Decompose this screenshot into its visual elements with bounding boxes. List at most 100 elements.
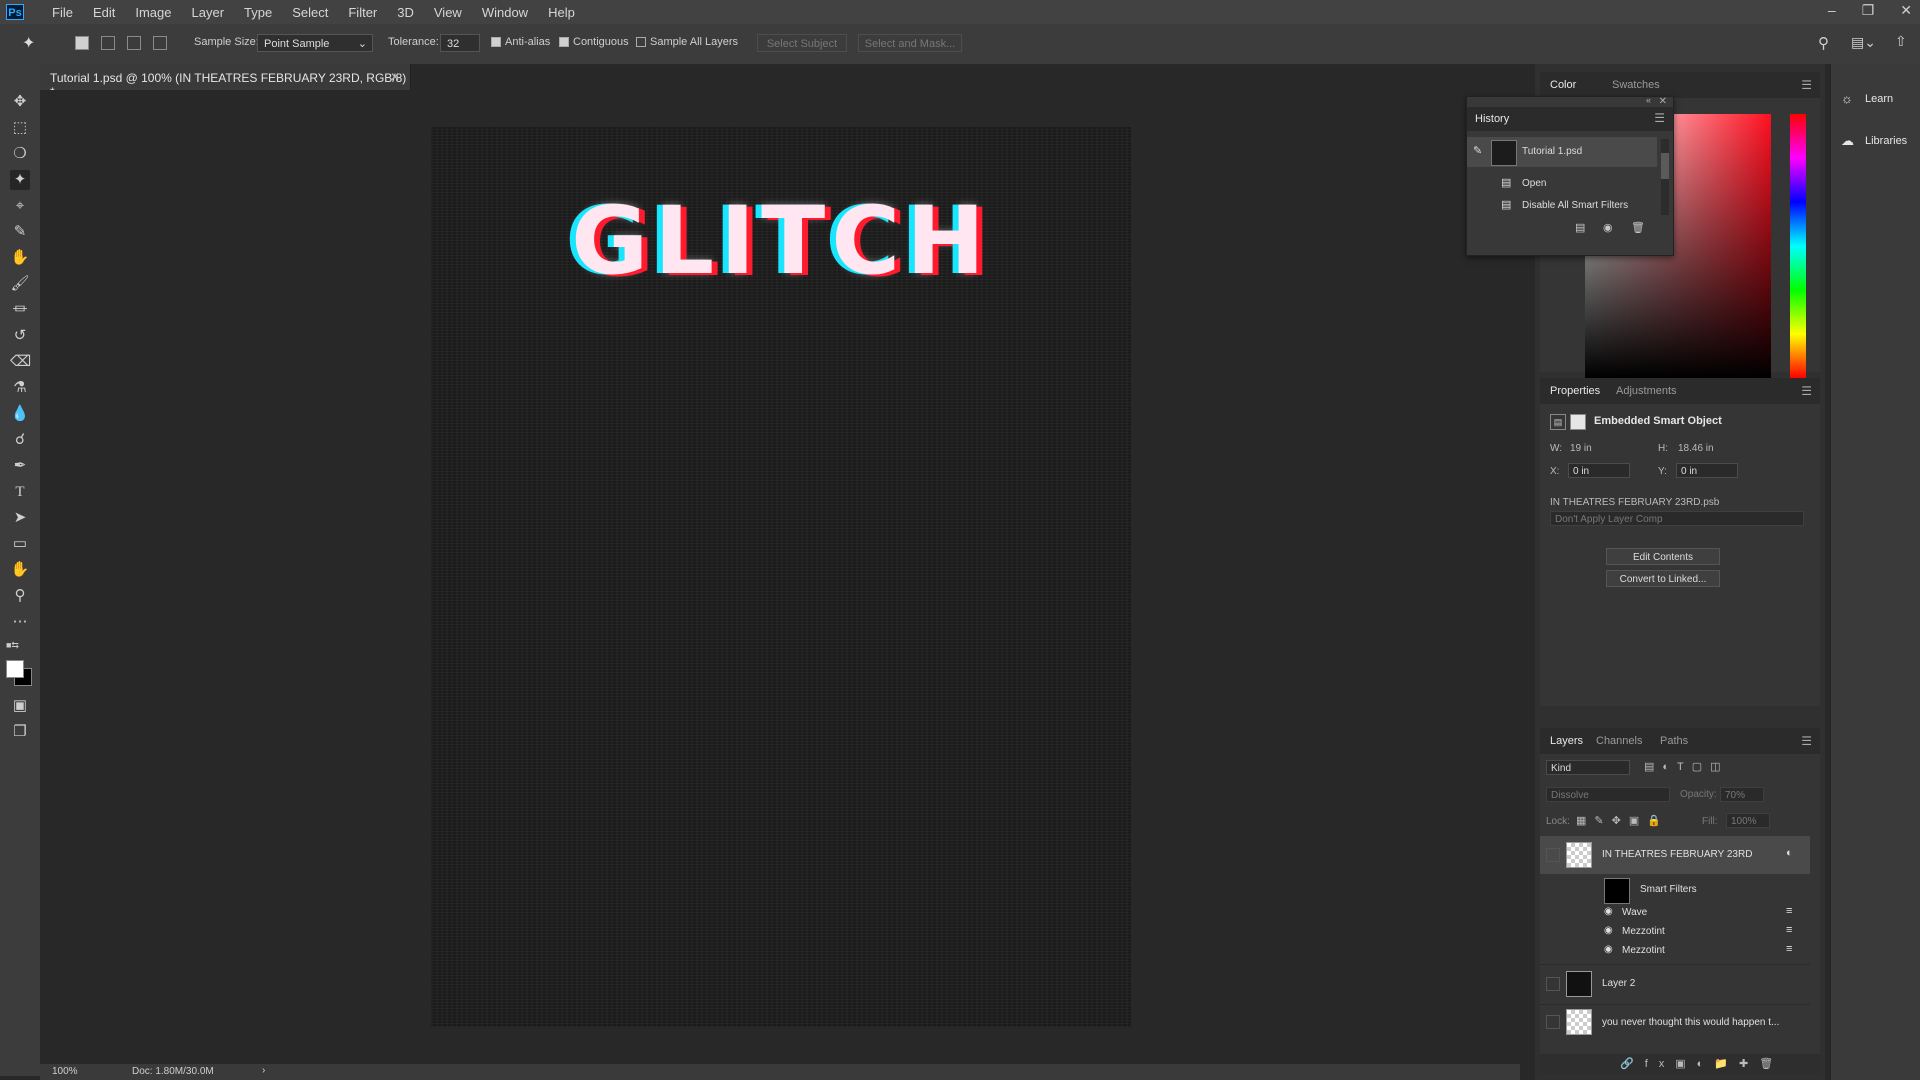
smart-filters-row[interactable]: Smart Filters <box>1540 874 1810 904</box>
blend-mode-select[interactable]: Dissolve <box>1546 787 1670 802</box>
tab-adjustments[interactable]: Adjustments <box>1616 385 1677 397</box>
healing-brush-tool-icon[interactable]: ✋ <box>10 248 30 268</box>
menu-type[interactable]: Type <box>244 5 272 20</box>
document-tab[interactable]: Tutorial 1.psd @ 100% (IN THEATRES FEBRU… <box>40 64 411 99</box>
history-item[interactable]: ▤ Disable All Smart Filters <box>1467 195 1657 217</box>
search-icon[interactable]: ⚲ <box>1818 34 1829 52</box>
contiguous-checkbox[interactable] <box>559 37 569 47</box>
panel-menu-icon[interactable]: ☰ <box>1801 734 1812 748</box>
layer-row[interactable]: IN THEATRES FEBRUARY 23RD ◐ <box>1540 836 1810 874</box>
tolerance-input[interactable]: 32 <box>440 34 480 52</box>
tab-paths[interactable]: Paths <box>1660 735 1688 747</box>
close-icon[interactable]: ✕ <box>1900 2 1912 19</box>
filter-options-icon[interactable]: ≡ <box>1786 905 1792 917</box>
snapshot-camera-icon[interactable]: ◉ <box>1603 221 1613 234</box>
panel-menu-icon[interactable]: ☰ <box>1654 111 1665 125</box>
filter-row[interactable]: ◉ Mezzotint ≡ <box>1540 923 1810 942</box>
opacity-input[interactable]: 70% <box>1720 787 1764 802</box>
edit-contents-button[interactable]: Edit Contents <box>1606 548 1720 565</box>
menu-image[interactable]: Image <box>135 5 171 20</box>
hue-slider[interactable] <box>1790 114 1806 378</box>
eraser-tool-icon[interactable]: ⌫ <box>10 352 31 372</box>
zoom-level[interactable]: 100% <box>52 1066 78 1077</box>
eyedropper-tool-icon[interactable]: ✎ <box>10 222 30 242</box>
history-brush-tool-icon[interactable]: ↺ <box>10 326 30 346</box>
tab-properties[interactable]: Properties <box>1550 385 1600 397</box>
filter-row[interactable]: ◉ Wave ≡ <box>1540 904 1810 923</box>
eye-icon[interactable]: ◉ <box>1604 925 1613 936</box>
panel-menu-icon[interactable]: ☰ <box>1801 78 1812 92</box>
sample-all-layers-checkbox[interactable] <box>636 37 646 47</box>
fill-input[interactable]: 100% <box>1726 813 1770 828</box>
menu-file[interactable]: File <box>52 5 73 20</box>
tab-channels[interactable]: Channels <box>1596 735 1642 747</box>
layer-row[interactable]: you never thought this would happen t... <box>1540 1004 1810 1039</box>
add-selection-button[interactable] <box>101 36 115 50</box>
filter-options-icon[interactable]: ≡ <box>1786 924 1792 936</box>
type-tool-icon[interactable]: T <box>10 482 30 502</box>
history-brush-icon[interactable]: ✎ <box>1473 144 1482 157</box>
visibility-toggle[interactable] <box>1546 1015 1560 1029</box>
menu-select[interactable]: Select <box>292 5 328 20</box>
layer-comp-select[interactable]: Don't Apply Layer Comp <box>1550 511 1804 526</box>
restore-icon[interactable]: ❐ <box>1862 2 1875 19</box>
sample-size-select[interactable]: Point Sample ⌄ <box>257 34 373 52</box>
close-tab-icon[interactable]: ✕ <box>390 70 400 84</box>
y-input[interactable]: 0 in <box>1676 463 1738 478</box>
lasso-tool-icon[interactable]: ❍ <box>10 144 30 164</box>
minimize-icon[interactable]: – <box>1828 2 1836 19</box>
clone-stamp-tool-icon[interactable]: ⏛ <box>10 300 30 320</box>
path-selection-tool-icon[interactable]: ➤ <box>10 508 30 528</box>
brush-tool-icon[interactable]: 🖌 <box>10 274 30 294</box>
libraries-button[interactable]: ☁ Libraries <box>1831 126 1920 156</box>
trash-icon[interactable]: 🗑 <box>1631 221 1645 234</box>
history-title[interactable]: History <box>1475 113 1509 125</box>
filter-options-icon[interactable]: ≡ <box>1786 943 1792 955</box>
share-icon[interactable]: ⇧ <box>1895 33 1907 50</box>
magic-wand-tool-icon[interactable]: ✦ <box>10 170 30 190</box>
screen-mode-icon[interactable]: ❐ <box>10 722 30 742</box>
lock-icons[interactable]: ▦✎✥▣🔒 <box>1576 814 1669 827</box>
new-document-icon[interactable]: ▤ <box>1575 221 1585 234</box>
default-colors-icon[interactable]: ■⇆ <box>6 640 19 651</box>
filter-icons[interactable]: ▤◐T▢◫ <box>1644 760 1729 773</box>
layer-actions-icons[interactable]: 🔗fx▣◐📁✚🗑 <box>1620 1057 1784 1070</box>
menu-filter[interactable]: Filter <box>348 5 377 20</box>
eye-icon[interactable]: ◉ <box>1604 906 1613 917</box>
subtract-selection-button[interactable] <box>127 36 141 50</box>
menu-edit[interactable]: Edit <box>93 5 115 20</box>
select-subject-button[interactable]: Select Subject <box>757 34 847 52</box>
intersect-selection-button[interactable] <box>153 36 167 50</box>
blur-tool-icon[interactable]: 💧 <box>10 404 30 424</box>
workspace-icon[interactable]: ▤⌄ <box>1851 34 1876 51</box>
visibility-toggle[interactable] <box>1546 977 1560 991</box>
hand-tool-icon[interactable]: ✋ <box>10 560 30 580</box>
document-canvas[interactable]: GLITCH <box>431 127 1131 1027</box>
collapse-icon[interactable]: « <box>1646 95 1651 105</box>
kind-filter-select[interactable]: Kind <box>1546 760 1630 775</box>
dodge-tool-icon[interactable]: ☌ <box>10 430 30 450</box>
filter-row[interactable]: ◉ Mezzotint ≡ <box>1540 942 1810 961</box>
select-and-mask-button[interactable]: Select and Mask... <box>858 34 962 52</box>
tab-color[interactable]: Color <box>1550 79 1576 91</box>
pen-tool-icon[interactable]: ✒ <box>10 456 30 476</box>
close-icon[interactable]: ✕ <box>1659 96 1667 107</box>
menu-layer[interactable]: Layer <box>192 5 225 20</box>
menu-help[interactable]: Help <box>548 5 575 20</box>
history-item[interactable]: ▤ Open <box>1467 173 1657 195</box>
layer-row[interactable]: Layer 2 <box>1540 964 1810 1003</box>
panel-menu-icon[interactable]: ☰ <box>1801 384 1812 398</box>
crop-tool-icon[interactable]: ⌖ <box>10 196 30 216</box>
x-input[interactable]: 0 in <box>1568 463 1630 478</box>
magic-wand-tool-icon[interactable]: ✦ <box>22 33 35 53</box>
menu-view[interactable]: View <box>434 5 462 20</box>
tab-swatches[interactable]: Swatches <box>1612 79 1660 91</box>
history-scrollbar[interactable] <box>1661 139 1669 215</box>
new-selection-button[interactable] <box>75 36 89 50</box>
visibility-toggle[interactable] <box>1546 848 1560 862</box>
more-tools-icon[interactable]: ⋯ <box>10 612 30 632</box>
scroll-thumb[interactable] <box>1661 153 1669 179</box>
zoom-tool-icon[interactable]: ⚲ <box>10 586 30 606</box>
marquee-tool-icon[interactable]: ⬚ <box>10 118 30 138</box>
anti-alias-checkbox[interactable] <box>491 37 501 47</box>
